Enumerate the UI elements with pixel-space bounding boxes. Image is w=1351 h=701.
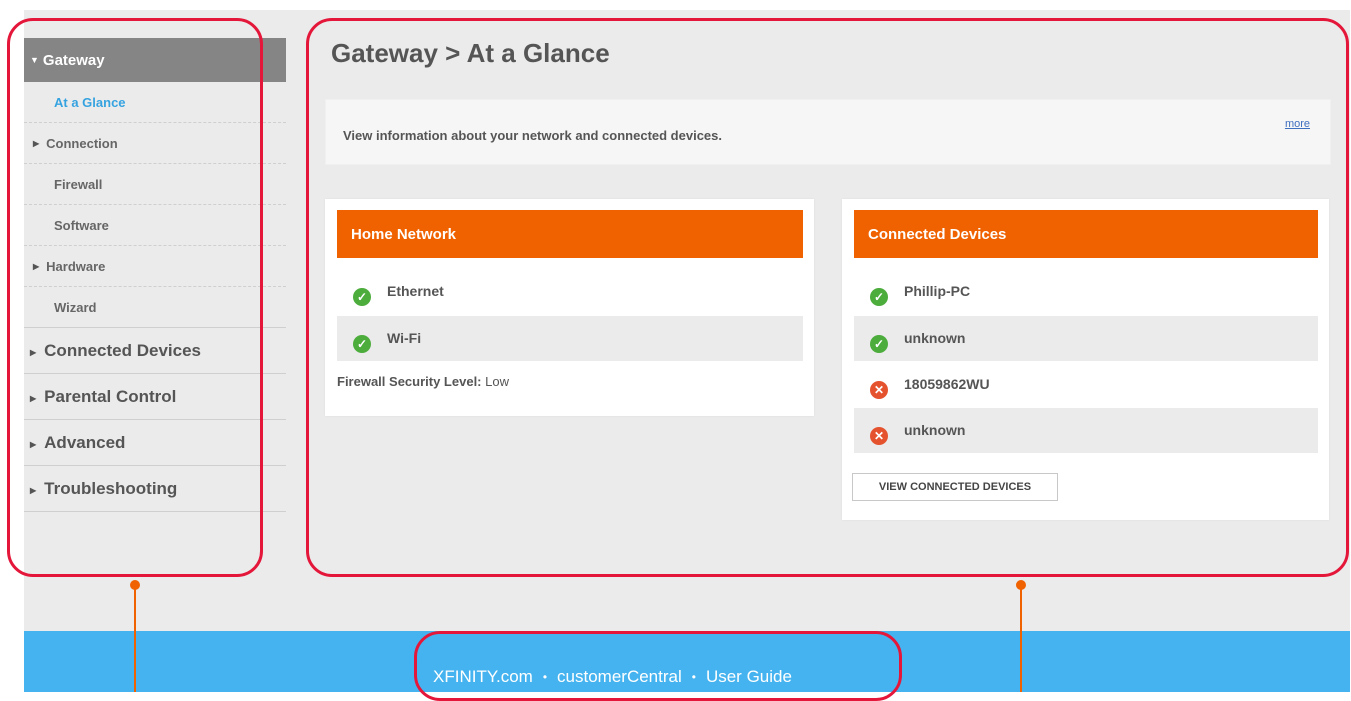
annotation-sidebar-highlight bbox=[7, 18, 263, 577]
annotation-footer-highlight bbox=[414, 631, 902, 701]
annotation-main-highlight bbox=[306, 18, 1349, 577]
annotation-pointer-line bbox=[134, 588, 136, 692]
annotation-pointer-line bbox=[1020, 588, 1022, 692]
